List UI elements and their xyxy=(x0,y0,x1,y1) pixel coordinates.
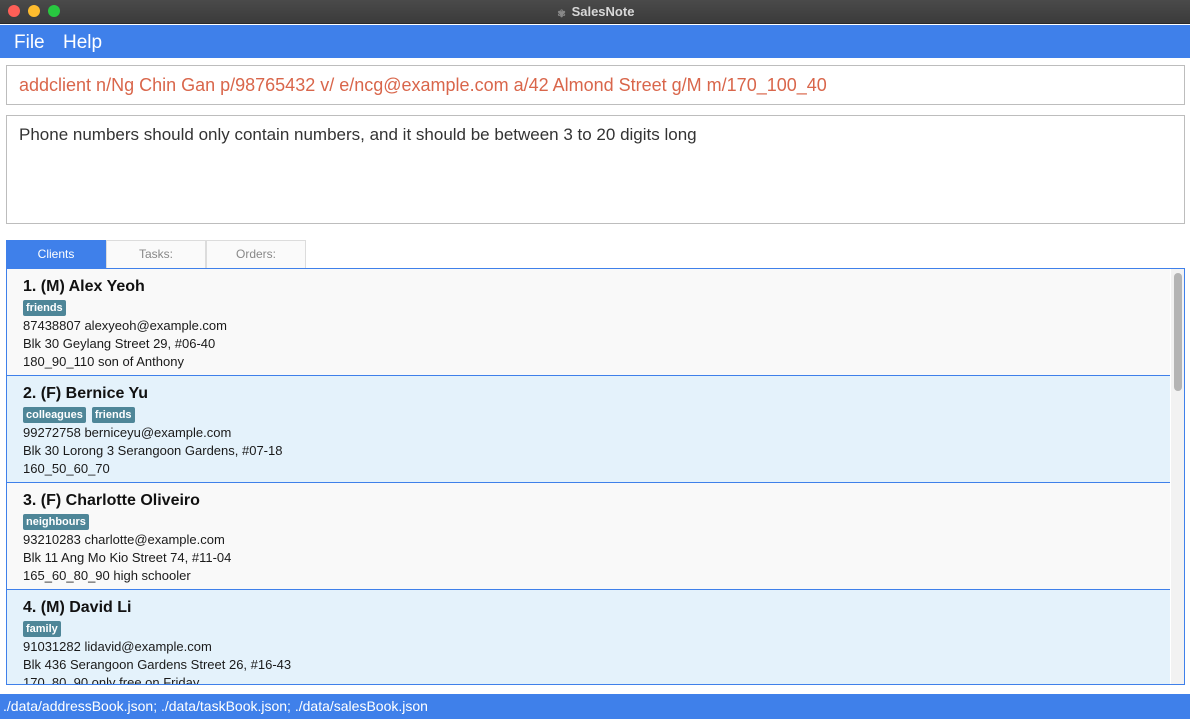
client-address: Blk 30 Lorong 3 Serangoon Gardens, #07-1… xyxy=(23,443,283,458)
tag-badge: neighbours xyxy=(23,514,89,530)
client-measurements: 165_60_80_90 high schooler xyxy=(23,568,191,583)
tag-badge: family xyxy=(23,621,61,637)
list-scrollbar[interactable] xyxy=(1171,269,1184,684)
result-display: Phone numbers should only contain number… xyxy=(6,115,1185,224)
client-card[interactable]: 1. (M) Alex Yeoh friends 87438807 alexye… xyxy=(7,269,1170,376)
tag-list: neighbours xyxy=(23,512,95,530)
menu-bar: File Help xyxy=(0,25,1190,58)
tag-list: friends xyxy=(23,298,72,316)
client-contact: 99272758 berniceyu@example.com xyxy=(23,425,232,440)
tag-badge: friends xyxy=(91,407,135,423)
tab-clients[interactable]: Clients xyxy=(6,240,106,268)
status-bar: ./data/addressBook.json; ./data/taskBook… xyxy=(0,694,1190,719)
client-measurements: 160_50_60_70 xyxy=(23,461,110,476)
status-file-paths: ./data/addressBook.json; ./data/taskBook… xyxy=(3,698,428,714)
client-contact: 91031282 lidavid@example.com xyxy=(23,639,212,654)
client-address: Blk 11 Ang Mo Kio Street 74, #11-04 xyxy=(23,550,232,565)
command-input-value: addclient n/Ng Chin Gan p/98765432 v/ e/… xyxy=(19,75,827,95)
window-title-text: SalesNote xyxy=(571,4,635,19)
result-message: Phone numbers should only contain number… xyxy=(19,125,697,144)
tag-badge: colleagues xyxy=(23,407,86,423)
scrollbar-thumb[interactable] xyxy=(1174,273,1182,391)
client-card[interactable]: 4. (M) David Li family 91031282 lidavid@… xyxy=(7,590,1170,685)
client-heading: 2. (F) Bernice Yu xyxy=(23,385,149,402)
client-list[interactable]: 1. (M) Alex Yeoh friends 87438807 alexye… xyxy=(6,268,1185,685)
client-measurements: 170_80_90 only free on Friday xyxy=(23,675,200,685)
client-contact: 93210283 charlotte@example.com xyxy=(23,532,225,547)
client-contact: 87438807 alexyeoh@example.com xyxy=(23,318,227,333)
command-input[interactable]: addclient n/Ng Chin Gan p/98765432 v/ e/… xyxy=(6,65,1185,105)
client-heading: 3. (F) Charlotte Oliveiro xyxy=(23,492,200,509)
menu-file[interactable]: File xyxy=(14,32,45,54)
tab-orders[interactable]: Orders: xyxy=(206,240,306,268)
client-card[interactable]: 2. (F) Bernice Yu colleagues friends 9927… xyxy=(7,376,1170,483)
title-bar: ✾ SalesNote xyxy=(0,0,1190,24)
tag-badge: friends xyxy=(23,300,66,316)
menu-help[interactable]: Help xyxy=(63,32,102,54)
client-heading: 1. (M) Alex Yeoh xyxy=(23,278,145,295)
tab-tasks[interactable]: Tasks: xyxy=(106,240,206,268)
tag-list: colleagues friends xyxy=(23,405,141,423)
window-title: ✾ SalesNote xyxy=(0,4,1190,21)
tag-list: family xyxy=(23,619,67,637)
client-heading: 4. (M) David Li xyxy=(23,599,132,616)
app-glyph-icon: ✾ xyxy=(557,9,566,20)
client-measurements: 180_90_110 son of Anthony xyxy=(23,354,184,369)
client-address: Blk 30 Geylang Street 29, #06-40 xyxy=(23,336,216,351)
client-card[interactable]: 3. (F) Charlotte Oliveiro neighbours 932… xyxy=(7,483,1170,590)
client-address: Blk 436 Serangoon Gardens Street 26, #16… xyxy=(23,657,292,672)
